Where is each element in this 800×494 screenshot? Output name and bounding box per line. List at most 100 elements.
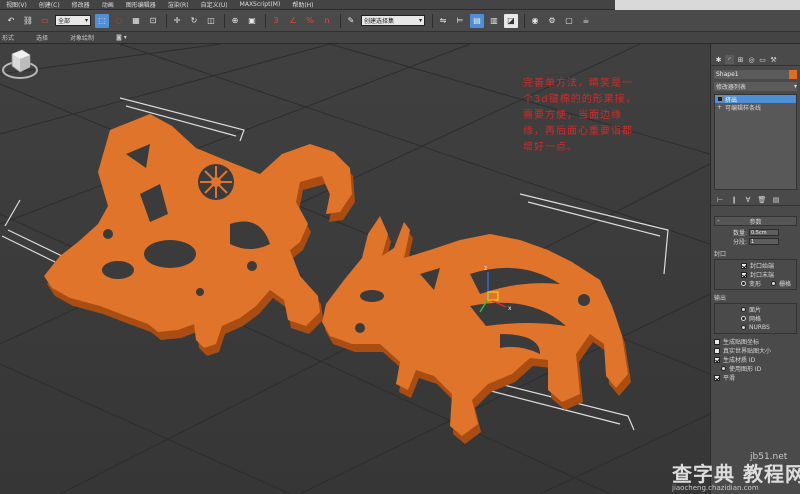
collapse-minus-icon: - (717, 217, 720, 225)
pin-stack-icon[interactable]: ⊢ (715, 195, 725, 204)
gen-material-id-checkbox[interactable] (714, 356, 720, 363)
modifier-stack: 挤出 + 可编辑样条线 (714, 94, 797, 190)
use-shape-id-radio[interactable] (721, 366, 726, 371)
toolbar-separator (166, 13, 167, 28)
named-selection-dropdown[interactable]: 创建选择集 ▾ (361, 15, 425, 26)
menu-customize[interactable]: 自定义(U) (201, 0, 228, 9)
segments-spinner[interactable]: 1 (749, 238, 780, 245)
snap-toggle-icon[interactable]: 3 (269, 14, 283, 28)
menu-animation[interactable]: 动画 (102, 0, 114, 9)
motion-tab-icon[interactable]: ◎ (747, 55, 756, 64)
stack-item-editable-spline[interactable]: + 可编辑样条线 (715, 103, 796, 112)
morph-label: 变形 (749, 281, 762, 288)
mirror-icon[interactable]: ⇋ (436, 14, 450, 28)
grid-radio[interactable] (771, 281, 777, 286)
object-name-value: Shape1 (716, 71, 739, 78)
menu-graph-editors[interactable]: 图形编辑器 (126, 0, 156, 9)
expand-plus-icon[interactable]: + (717, 104, 722, 111)
gen-mapping-checkbox[interactable] (714, 338, 720, 345)
selection-filter-dropdown[interactable]: 全部 ▾ (55, 15, 91, 26)
rotate-icon[interactable]: ↻ (187, 14, 201, 28)
nurbs-radio[interactable] (741, 325, 746, 330)
mesh-radio[interactable] (741, 316, 746, 321)
morph-radio[interactable] (741, 281, 746, 286)
output-mesh-row: 网格 (715, 314, 796, 323)
ribbon-tab-modeling[interactable]: 形式 (2, 33, 14, 42)
object-name-field[interactable]: Shape1 (714, 70, 797, 79)
window-crossing-icon[interactable]: ⊡ (146, 14, 160, 28)
viewcube-icon[interactable] (0, 44, 40, 84)
output-patch-row: 面片 (715, 305, 796, 314)
patch-label: 面片 (749, 307, 762, 314)
show-end-result-icon[interactable]: ❙ (729, 195, 739, 204)
gen-mapping-row: 生成贴图坐标 (711, 337, 800, 346)
nurbs-label: NURBS (749, 324, 770, 331)
move-icon[interactable]: ✛ (170, 14, 184, 28)
rollout-title: 参数 (749, 218, 762, 226)
cap-end-label: 封口末端 (750, 272, 775, 279)
rectangular-selection-icon[interactable]: ▦ (129, 14, 143, 28)
ribbon-bar: 形式 选择 对象绘制 ◙ ▾ (0, 32, 800, 44)
select-region-icon[interactable]: ▭ (38, 14, 52, 28)
render-production-icon[interactable]: ☕ (579, 14, 593, 28)
remove-modifier-icon[interactable]: 🗑 (757, 195, 767, 204)
amount-label: 数量: (733, 230, 748, 237)
display-tab-icon[interactable]: ▭ (758, 55, 767, 64)
utilities-tab-icon[interactable]: ⚒ (769, 55, 778, 64)
real-world-checkbox[interactable] (714, 347, 720, 354)
lightbulb-icon[interactable] (717, 96, 723, 102)
patch-radio[interactable] (741, 307, 746, 312)
menu-view[interactable]: 视图(V) (6, 0, 27, 9)
stack-item-label: 可编辑样条线 (725, 104, 762, 112)
amount-spinner[interactable]: 0.5cm (749, 229, 780, 236)
cap-end-checkbox[interactable] (741, 271, 747, 278)
perspective-viewport[interactable]: z x 完善单方法，睛笑是一个3d键棉的的形果接，需要方便，当面边缘缘，再后面心… (0, 44, 710, 494)
undo-icon[interactable]: ↶ (4, 14, 18, 28)
pivot-icon[interactable]: ⊕ (228, 14, 242, 28)
ribbon-tab-selection[interactable]: 选择 (36, 33, 48, 42)
menu-create[interactable]: 创建(C) (39, 0, 60, 9)
select-object-icon[interactable]: ⬚ (95, 13, 109, 28)
menu-maxscript[interactable]: MAXScript(M) (240, 1, 281, 8)
create-tab-icon[interactable]: ✱ (714, 55, 723, 64)
menu-rendering[interactable]: 渲染(R) (168, 0, 189, 9)
ribbon-options-icon[interactable]: ◙ ▾ (116, 34, 127, 41)
modify-tab-icon[interactable]: ◜ (725, 55, 734, 64)
hierarchy-tab-icon[interactable]: ⊞ (736, 55, 745, 64)
material-editor-icon[interactable]: ◉ (528, 14, 542, 28)
menu-modifiers[interactable]: 修改器 (72, 0, 90, 9)
select-by-name-icon[interactable]: ◌ (112, 14, 126, 28)
angle-snap-icon[interactable]: ∠ (286, 14, 300, 28)
parameters-rollout-header[interactable]: - 参数 (714, 216, 797, 226)
make-unique-icon[interactable]: ∀ (743, 195, 753, 204)
menubar-blank-area (615, 0, 800, 10)
capping-group-label: 封口 (714, 251, 727, 258)
render-setup-icon[interactable]: ⚙ (545, 14, 559, 28)
menu-help[interactable]: 帮助(H) (292, 0, 313, 9)
layer-manager-icon[interactable]: ▤ (470, 13, 484, 28)
curve-editor-icon[interactable]: ◪ (504, 13, 518, 28)
watermark-subtitle: jiaocheng.chazidian.com (672, 484, 759, 492)
tutorial-annotation: 完善单方法，睛笑是一个3d键棉的的形果接，需要方便，当面边缘缘，再后面心重要诣都… (523, 78, 637, 153)
cap-start-checkbox[interactable] (741, 262, 747, 269)
real-world-row: 真实世界贴图大小 (711, 346, 800, 355)
percent-snap-icon[interactable]: % (303, 14, 317, 28)
gen-mapping-label: 生成贴图坐标 (723, 339, 760, 346)
cap-start-label: 封口始端 (750, 263, 775, 270)
modifier-list-dropdown[interactable]: 修改器列表 ▾ (714, 82, 797, 91)
ribbon-toggle-icon[interactable]: ▥ (487, 14, 501, 28)
smooth-checkbox[interactable] (714, 374, 720, 381)
spinner-snap-icon[interactable]: n (320, 14, 334, 28)
select-link-icon[interactable]: ⛓ (21, 14, 35, 28)
configure-sets-icon[interactable]: ▤ (771, 195, 781, 204)
toolbar-separator (432, 13, 433, 28)
object-color-swatch[interactable] (789, 70, 797, 79)
rendered-frame-icon[interactable]: ▢ (562, 14, 576, 28)
output-group: 面片 网格 NURBS (714, 303, 797, 334)
smooth-label: 平滑 (723, 375, 736, 382)
edit-named-selection-icon[interactable]: ✎ (344, 14, 358, 28)
keyboard-shortcut-icon[interactable]: ▣ (245, 14, 259, 28)
scale-icon[interactable]: ◫ (204, 14, 218, 28)
ribbon-tab-object-paint[interactable]: 对象绘制 (70, 33, 94, 42)
align-icon[interactable]: ⊨ (453, 14, 467, 28)
